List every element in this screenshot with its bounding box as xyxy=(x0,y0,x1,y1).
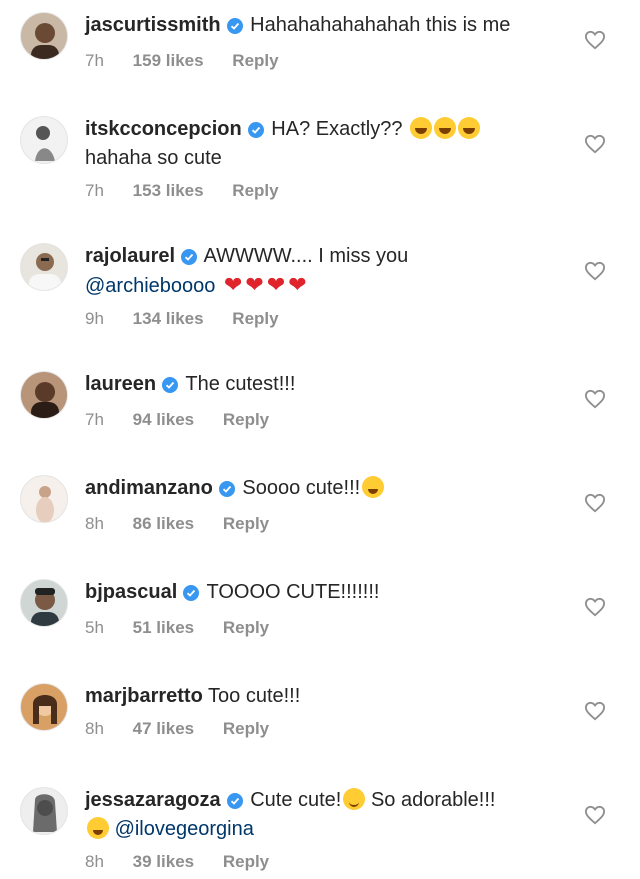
avatar[interactable] xyxy=(20,683,68,731)
comment-meta: 7h 159 likes Reply xyxy=(85,51,585,71)
reply-button[interactable]: Reply xyxy=(223,514,269,533)
comment-time[interactable]: 9h xyxy=(85,309,104,328)
user-mention-link[interactable]: @archieboooo xyxy=(85,275,215,297)
red-heart-emoji: ❤ xyxy=(288,272,307,297)
comment-meta: 8h 86 likes Reply xyxy=(85,514,585,534)
tears-of-joy-emoji xyxy=(458,117,481,139)
username[interactable]: itskcconcepcion xyxy=(85,118,242,140)
tears-of-joy-emoji xyxy=(410,117,433,139)
heart-outline-icon[interactable] xyxy=(584,701,606,721)
heart-outline-icon[interactable] xyxy=(584,389,606,409)
comment-meta: 8h 39 likes Reply xyxy=(85,852,585,872)
likes-count[interactable]: 159 likes xyxy=(133,51,204,70)
comment-text: AWWWW.... I miss you xyxy=(203,245,409,267)
comment-text: TOOOO CUTE!!!!!!! xyxy=(206,581,380,603)
avatar[interactable] xyxy=(20,243,68,291)
red-heart-emoji: ❤ xyxy=(223,272,243,297)
heart-eyes-emoji xyxy=(362,476,385,498)
comment-meta: 8h 47 likes Reply xyxy=(85,719,585,739)
heart-outline-icon[interactable] xyxy=(584,597,606,617)
reply-button[interactable]: Reply xyxy=(232,181,278,200)
verified-badge-icon xyxy=(247,119,264,145)
red-heart-emoji: ❤ xyxy=(245,272,264,297)
user-mention-link[interactable]: @ilovegeorgina xyxy=(115,818,254,840)
reply-button[interactable]: Reply xyxy=(223,852,269,871)
grinning-face-emoji xyxy=(343,788,366,810)
username[interactable]: jascurtissmith xyxy=(85,14,221,36)
heart-outline-icon[interactable] xyxy=(584,493,606,513)
comment-body: rajolaurel AWWWW.... I miss you @archieb… xyxy=(85,243,585,329)
likes-count[interactable]: 47 likes xyxy=(133,719,194,738)
verified-badge-icon xyxy=(181,246,198,272)
comment-time[interactable]: 7h xyxy=(85,51,104,70)
reply-button[interactable]: Reply xyxy=(232,309,278,328)
reply-button[interactable]: Reply xyxy=(223,618,269,637)
verified-badge-icon xyxy=(218,478,235,504)
comment-time[interactable]: 5h xyxy=(85,618,104,637)
heart-eyes-emoji xyxy=(87,817,109,839)
avatar[interactable] xyxy=(20,371,68,419)
comment-text-continued: hahaha so cute xyxy=(85,147,222,169)
tears-of-joy-emoji xyxy=(434,117,457,139)
heart-outline-icon[interactable] xyxy=(584,261,606,281)
comment-meta: 7h 94 likes Reply xyxy=(85,410,585,430)
avatar[interactable] xyxy=(20,579,68,627)
verified-badge-icon xyxy=(183,582,200,608)
comment-text: Soooo cute!!! xyxy=(242,477,361,499)
likes-count[interactable]: 94 likes xyxy=(133,410,194,429)
comment-text: Too cute!!! xyxy=(208,685,301,707)
comment-body: laureen The cutest!!! 7h 94 likes Reply xyxy=(85,371,585,430)
comment-text: The cutest!!! xyxy=(185,373,296,395)
avatar[interactable] xyxy=(20,116,68,164)
username[interactable]: jessazaragoza xyxy=(85,789,221,811)
reply-button[interactable]: Reply xyxy=(232,51,278,70)
comment-body: itskcconcepcion HA? Exactly?? hahaha so … xyxy=(85,116,585,201)
comment-time[interactable]: 7h xyxy=(85,181,104,200)
comment-body: jascurtissmith Hahahahahahahah this is m… xyxy=(85,12,585,71)
comment-body: bjpascual TOOOO CUTE!!!!!!! 5h 51 likes … xyxy=(85,579,585,638)
comment-meta: 9h 134 likes Reply xyxy=(85,309,585,329)
verified-badge-icon xyxy=(226,790,243,816)
avatar[interactable] xyxy=(20,475,68,523)
comment-text: HA? Exactly?? xyxy=(271,118,403,140)
comment-text-after: So adorable!!! xyxy=(370,789,496,811)
likes-count[interactable]: 51 likes xyxy=(133,618,194,637)
heart-outline-icon[interactable] xyxy=(584,134,606,154)
avatar[interactable] xyxy=(20,12,68,60)
comment-time[interactable]: 8h xyxy=(85,852,104,871)
likes-count[interactable]: 134 likes xyxy=(133,309,204,328)
comment-time[interactable]: 7h xyxy=(85,410,104,429)
likes-count[interactable]: 86 likes xyxy=(133,514,194,533)
comment-time[interactable]: 8h xyxy=(85,514,104,533)
username[interactable]: andimanzano xyxy=(85,477,213,499)
comment-body: jessazaragoza Cute cute! So adorable!!! … xyxy=(85,787,585,872)
username[interactable]: laureen xyxy=(85,373,156,395)
username[interactable]: rajolaurel xyxy=(85,245,175,267)
verified-badge-icon xyxy=(162,374,179,400)
verified-badge-icon xyxy=(226,15,243,41)
comment-text: Cute cute! xyxy=(250,789,342,811)
username[interactable]: marjbarretto xyxy=(85,685,203,707)
comment-body: marjbarretto Too cute!!! 8h 47 likes Rep… xyxy=(85,683,585,739)
comment-text: Hahahahahahahah this is me xyxy=(250,14,511,36)
likes-count[interactable]: 153 likes xyxy=(133,181,204,200)
comment-body: andimanzano Soooo cute!!! 8h 86 likes Re… xyxy=(85,475,585,534)
comment-time[interactable]: 8h xyxy=(85,719,104,738)
username[interactable]: bjpascual xyxy=(85,581,177,603)
comment-meta: 5h 51 likes Reply xyxy=(85,618,585,638)
reply-button[interactable]: Reply xyxy=(223,410,269,429)
red-heart-emoji: ❤ xyxy=(266,272,286,297)
likes-count[interactable]: 39 likes xyxy=(133,852,194,871)
reply-button[interactable]: Reply xyxy=(223,719,269,738)
avatar[interactable] xyxy=(20,787,68,835)
heart-outline-icon[interactable] xyxy=(584,805,606,825)
comment-meta: 7h 153 likes Reply xyxy=(85,181,585,201)
heart-outline-icon[interactable] xyxy=(584,30,606,50)
